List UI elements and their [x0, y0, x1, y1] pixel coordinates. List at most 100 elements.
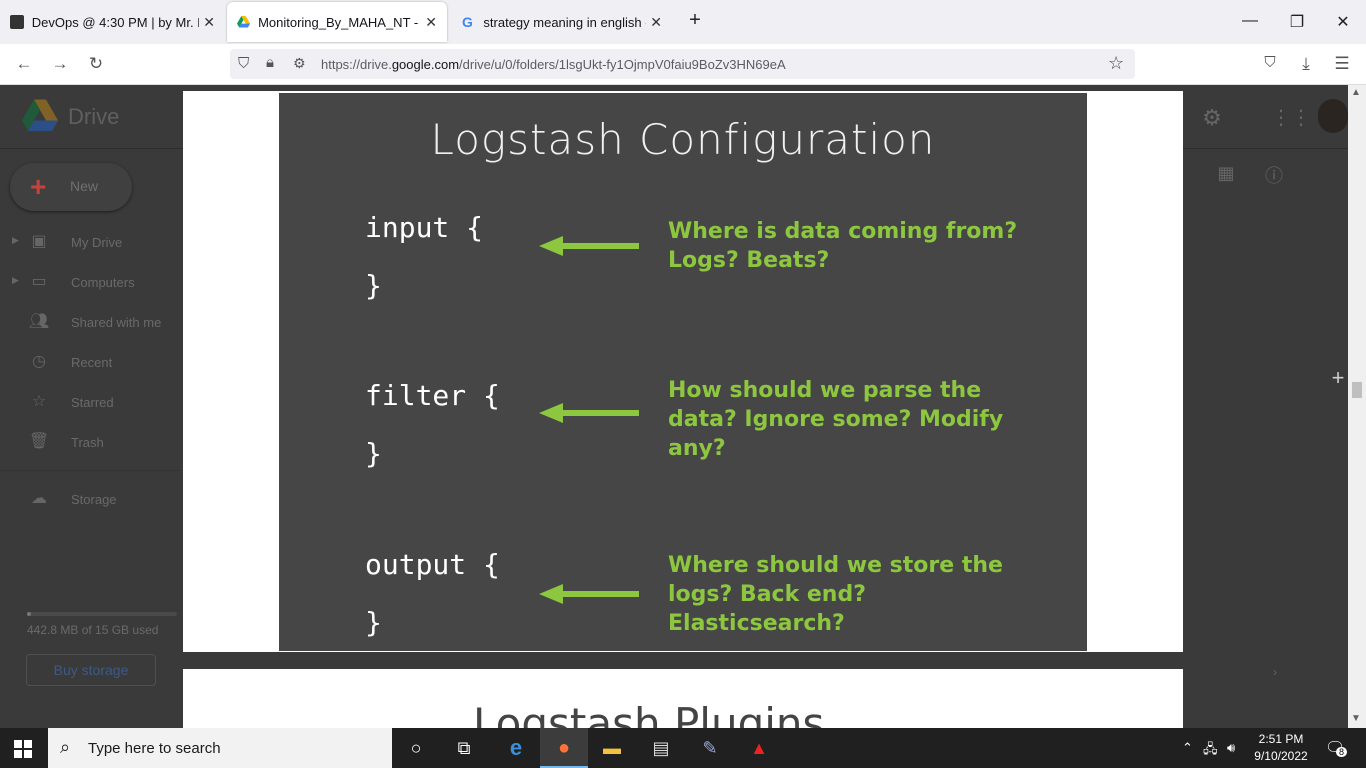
avatar[interactable] — [1318, 99, 1348, 133]
lock-icon[interactable]: 🔒︎ — [266, 54, 274, 71]
address-bar[interactable]: ⛉ 🔒︎ ⚙ https://drive.google.com/drive/u/… — [230, 49, 1135, 79]
minimize-icon[interactable]: — — [1240, 12, 1260, 30]
note-line: Logs? Beats? — [668, 248, 830, 273]
plus-icon: + — [30, 171, 47, 202]
paint-icon[interactable]: ✎ — [686, 728, 734, 768]
code-filter-close: } — [365, 437, 382, 470]
next-page-chevron-icon[interactable]: › — [1262, 665, 1288, 679]
note-line: Where should we store the — [668, 553, 1003, 578]
arrow-left-icon — [539, 236, 639, 256]
note-line: data? Ignore some? Modify — [668, 407, 1004, 432]
shield-icon[interactable]: ⛉ — [238, 55, 249, 72]
info-icon[interactable]: ⓘ — [1261, 162, 1287, 188]
slide-title: Logstash Configuration — [430, 115, 936, 164]
sidebar-item-computers[interactable]: ▶ ▭ Computers — [0, 267, 180, 297]
pocket-icon[interactable]: ⛉ — [1260, 54, 1280, 71]
acrobat-icon[interactable]: ▲ — [735, 728, 783, 768]
cortana-icon[interactable]: ○ — [392, 728, 440, 768]
edge-icon[interactable]: e — [492, 728, 540, 768]
settings-gear-icon[interactable]: ⚙ — [1199, 105, 1225, 131]
star-icon: ☆ — [31, 393, 47, 410]
back-icon[interactable]: ← — [14, 54, 34, 74]
task-view-icon[interactable]: ⧉ — [440, 728, 488, 768]
sidebar-item-recent[interactable]: ◷ Recent — [0, 347, 180, 377]
clock-time: 2:51 PM — [1258, 732, 1304, 746]
tab-devops[interactable]: DevOps @ 4:30 PM | by Mr. Mahesh ✕ — [0, 0, 225, 44]
scrollbar-thumb[interactable] — [1352, 382, 1362, 398]
tray-overflow-icon[interactable]: ⌃ — [1182, 740, 1193, 756]
sidebar-item-starred[interactable]: ☆ Starred — [0, 387, 180, 417]
new-tab-button[interactable]: + — [685, 9, 705, 32]
network-icon[interactable]: 🖧︎ — [1203, 740, 1218, 762]
note-line: Elasticsearch? — [668, 611, 845, 636]
search-placeholder: Type here to search — [88, 740, 221, 757]
file-explorer-icon[interactable]: ▬ — [588, 728, 636, 768]
preview-scrollbar[interactable]: ▲ ▼ — [1348, 85, 1366, 728]
code-filter-open: filter { — [365, 379, 500, 412]
permissions-icon[interactable]: ⚙ — [293, 55, 306, 72]
close-tab-icon[interactable]: ✕ — [425, 14, 437, 31]
forward-icon[interactable]: → — [50, 54, 70, 74]
downloads-icon[interactable]: ⤓ — [1296, 54, 1316, 74]
tab-monitoring-drive[interactable]: Monitoring_By_MAHA_NT - Google Drive ✕ — [227, 2, 447, 42]
notification-center-icon[interactable]: 🗨︎ 8 — [1325, 738, 1348, 758]
reload-icon[interactable]: ↻ — [86, 54, 106, 74]
restore-icon[interactable]: ❐ — [1287, 12, 1307, 32]
grid-view-icon[interactable]: ▦ — [1213, 163, 1239, 184]
slide-logstash-configuration: Logstash Configuration input { } Where i… — [279, 93, 1087, 651]
close-tab-icon[interactable]: ✕ — [203, 14, 215, 31]
buy-storage-button[interactable]: Buy storage — [26, 654, 156, 686]
url-path: /drive/u/0/folders/1lsgUkt-fy1OjmpV0faiu… — [459, 57, 786, 72]
close-tab-icon[interactable]: ✕ — [650, 14, 662, 31]
windows-start-icon[interactable] — [14, 740, 32, 758]
google-drive-logo-icon — [22, 99, 58, 131]
tab-title: strategy meaning in english - Google Sea… — [483, 14, 646, 30]
sidebar-item-label: Trash — [71, 435, 104, 450]
menu-icon[interactable]: ☰ — [1332, 54, 1352, 74]
expand-caret-icon[interactable]: ▶ — [12, 275, 19, 286]
my-drive-icon: ▣ — [31, 233, 47, 250]
scroll-up-icon[interactable]: ▲ — [1351, 87, 1361, 98]
shared-icon: 👥︎ — [28, 313, 50, 330]
cloud-icon: ☁ — [31, 490, 47, 507]
storage-meter-fill — [27, 612, 32, 616]
bookmark-star-icon[interactable]: ☆ — [1108, 53, 1124, 74]
code-output-open: output { — [365, 548, 500, 581]
slide-title: Logstash Plugins — [473, 699, 825, 728]
sidebar-item-label: My Drive — [71, 235, 123, 250]
clock-icon: ◷ — [32, 353, 46, 370]
output-note: Where should we store the logs? Back end… — [668, 551, 1028, 638]
drive-app: Drive ⚙ ⋮⋮ + New ▶ ▣ My Drive ▶ ▭ Comput… — [0, 85, 1366, 728]
storage-used-text: 442.8 MB of 15 GB used — [27, 623, 159, 637]
volume-icon[interactable]: 🔊︎ — [1227, 740, 1235, 756]
new-button[interactable]: + New — [10, 163, 132, 211]
scroll-down-icon[interactable]: ▼ — [1351, 713, 1361, 724]
apps-grid-icon[interactable]: ⋮⋮ — [1271, 105, 1311, 130]
code-input-close: } — [365, 269, 382, 302]
note-line: Where is data coming from? — [668, 219, 1018, 244]
firefox-icon[interactable]: ● — [540, 728, 588, 768]
expand-caret-icon[interactable]: ▶ — [12, 235, 19, 246]
sidebar-item-storage[interactable]: ☁ Storage — [0, 484, 180, 514]
notification-count-badge: 8 — [1336, 747, 1348, 757]
new-button-label: New — [70, 178, 99, 194]
sidebar-item-trash[interactable]: 🗑︎ Trash — [0, 427, 180, 457]
tab-title: DevOps @ 4:30 PM | by Mr. Mahesh — [31, 14, 199, 30]
url-prefix: https://drive. — [321, 57, 392, 72]
note-line: any? — [668, 436, 726, 461]
tab-strategy-search[interactable]: G strategy meaning in english - Google S… — [452, 0, 672, 44]
slide-preview-page-2: Logstash Plugins — [183, 669, 1183, 728]
store-icon[interactable]: ▤ — [637, 728, 685, 768]
drive-app-name: Drive — [68, 104, 120, 129]
navigation-toolbar: ← → ↻ ⛉ 🔒︎ ⚙ https://drive.google.com/dr… — [0, 44, 1366, 85]
clock-date: 9/10/2022 — [1254, 749, 1308, 763]
url-text[interactable]: https://drive.google.com/drive/u/0/folde… — [321, 57, 786, 72]
search-icon: ⌕ — [60, 737, 71, 757]
sidebar-item-shared[interactable]: 👥︎ Shared with me — [0, 307, 180, 337]
close-window-icon[interactable]: ✕ — [1333, 12, 1353, 32]
system-clock[interactable]: 2:51 PM 9/10/2022 — [1252, 731, 1310, 765]
computers-icon: ▭ — [31, 273, 47, 290]
taskbar-search-box[interactable]: ⌕ Type here to search — [48, 728, 392, 768]
sidebar-item-my-drive[interactable]: ▶ ▣ My Drive — [0, 227, 180, 257]
note-line: How should we parse the — [668, 378, 982, 403]
